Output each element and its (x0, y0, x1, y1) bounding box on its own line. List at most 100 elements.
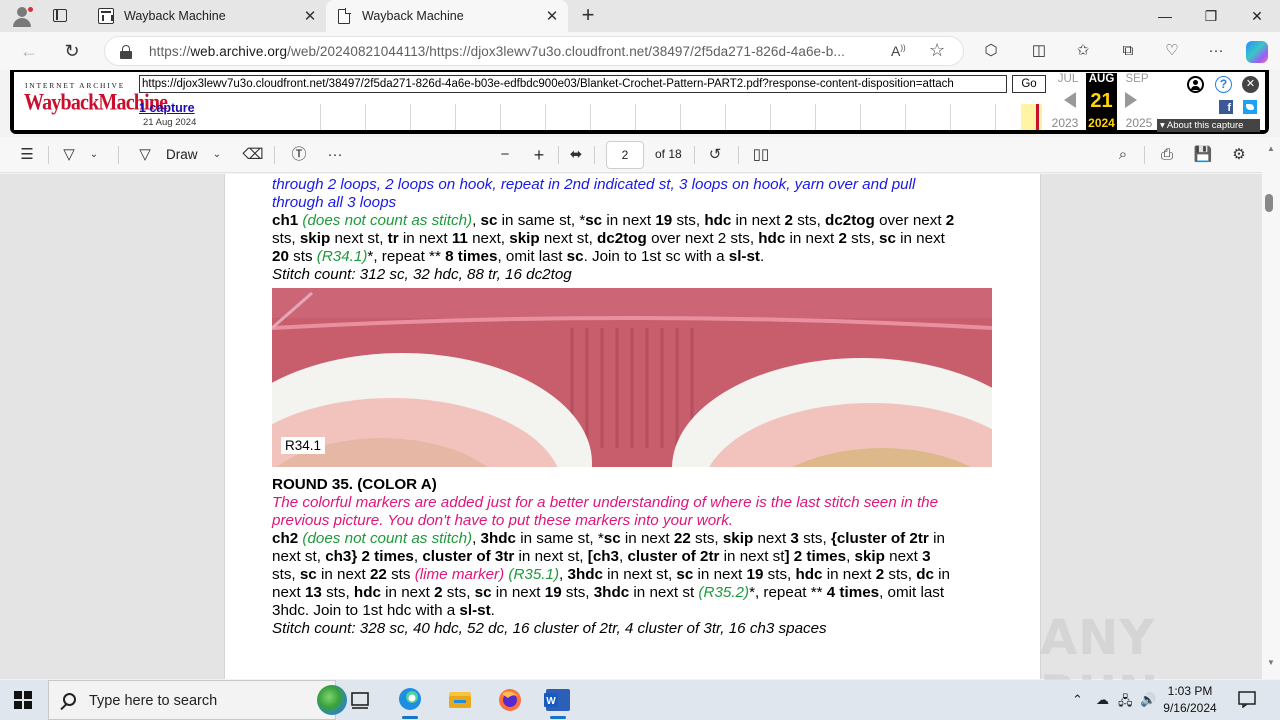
minimize-icon[interactable]: — (1142, 0, 1188, 32)
taskbar-search-input[interactable]: Type here to search (48, 680, 347, 720)
notifications-icon[interactable] (1238, 690, 1256, 711)
captures-link[interactable]: 1 capture (139, 101, 195, 115)
tab-title: Wayback Machine (124, 9, 226, 23)
lock-icon[interactable] (120, 45, 132, 59)
document-favicon-icon (338, 7, 351, 24)
split-screen-icon[interactable]: ◫ (1028, 41, 1050, 61)
close-tab-icon[interactable]: ✕ (298, 7, 322, 25)
task-view-icon[interactable] (340, 684, 380, 716)
round-35-heading: ROUND 35. (COLOR A) (272, 476, 437, 493)
current-day: 21 (1090, 90, 1113, 112)
next-month-link[interactable]: SEP (1117, 73, 1157, 85)
capture-date: 21 Aug 2024 (143, 117, 197, 128)
wayback-logo-caption: INTERNET ARCHIVE (25, 81, 126, 90)
sparkline-capture-mark (1036, 104, 1039, 130)
address-bar-row: ← ↻ https://web.archive.org/web/20240821… (0, 32, 1280, 70)
crochet-photo (272, 288, 992, 467)
scrollbar-thumb[interactable] (1265, 194, 1273, 212)
round-35-instructions: ch2 (does not count as stitch), 3hdc in … (272, 530, 997, 638)
rotate-icon[interactable]: ↺ (704, 146, 726, 164)
zoom-out-icon[interactable]: − (494, 146, 516, 164)
new-tab-icon[interactable]: + (576, 4, 600, 28)
pdf-toolbar: ☰ ▽ ⌄ ▽ Draw ⌄ ⌫ Ⓣ ··· − + ⬌ 2 of 18 ↺ ▯… (0, 137, 1280, 173)
back-arrow-icon[interactable]: ← (14, 38, 44, 64)
url-input[interactable]: https://web.archive.org/web/202408210441… (104, 36, 964, 66)
save-icon[interactable]: 💾 (1192, 146, 1214, 164)
tab-title: Wayback Machine (362, 9, 464, 23)
current-month: AUG (1086, 73, 1117, 85)
zoom-in-icon[interactable]: + (528, 146, 550, 164)
next-year-link[interactable]: 2025 (1121, 116, 1157, 130)
url-text: https://web.archive.org/web/202408210441… (149, 44, 845, 59)
copilot-icon[interactable] (1246, 41, 1268, 63)
current-year: 2024 (1088, 116, 1115, 130)
edge-icon[interactable] (390, 684, 430, 719)
tab-actions-icon[interactable] (50, 6, 70, 26)
wayback-help-icon[interactable]: ? (1215, 76, 1232, 93)
about-capture-button[interactable]: ▾ About this capture (1157, 119, 1260, 132)
refresh-icon[interactable]: ↻ (57, 38, 87, 64)
svg-text:W: W (546, 696, 556, 707)
stitch-count: Stitch count: 312 sc, 32 hdc, 88 tr, 16 … (272, 266, 572, 283)
more-tools-icon[interactable]: ··· (324, 146, 346, 164)
chevron-down-icon[interactable]: ⌄ (209, 146, 225, 164)
browser-essentials-icon[interactable]: ♡ (1161, 41, 1183, 61)
profile-avatar-icon[interactable] (8, 4, 36, 28)
highlight-icon[interactable]: ▽ (58, 146, 80, 164)
volume-icon[interactable]: 🔊 (1140, 692, 1156, 708)
print-icon[interactable]: ⎙ (1156, 146, 1178, 164)
extensions-icon[interactable]: ⬡ (980, 41, 1002, 61)
collections-icon[interactable]: ⧉ (1117, 41, 1139, 61)
page-view-icon[interactable]: ▯▯ (750, 146, 772, 164)
browser-title-bar: Wayback Machine ✕ Wayback Machine ✕ + — … (0, 0, 1280, 32)
add-text-icon[interactable]: Ⓣ (288, 146, 310, 164)
vertical-scrollbar[interactable] (1262, 137, 1280, 679)
twitter-share-icon[interactable] (1243, 100, 1257, 114)
search-icon[interactable]: ⌕ (1112, 146, 1134, 164)
restore-icon[interactable]: ❐ (1188, 0, 1234, 32)
prev-year-link[interactable]: 2023 (1047, 116, 1083, 130)
wayback-go-button[interactable]: Go (1012, 75, 1046, 93)
instruction-text: through 2 loops, 2 loops on hook, repeat… (272, 176, 916, 211)
read-aloud-icon[interactable]: A)) (891, 43, 906, 59)
taskbar-clock[interactable]: 1:03 PM 9/16/2024 (1155, 683, 1225, 717)
eraser-icon[interactable]: ⌫ (242, 146, 264, 164)
pdf-viewport[interactable]: through 2 loops, 2 loops on hook, repeat… (0, 174, 1262, 679)
tab-wayback-1[interactable]: Wayback Machine ✕ (88, 0, 326, 32)
firefox-icon[interactable] (490, 684, 530, 716)
network-icon[interactable]: 🖧 (1118, 692, 1133, 714)
capture-sparkline[interactable] (320, 104, 1048, 130)
close-window-icon[interactable]: ✕ (1234, 0, 1280, 32)
file-explorer-icon[interactable] (440, 684, 480, 716)
tab-wayback-2[interactable]: Wayback Machine ✕ (326, 0, 568, 32)
prev-month-link[interactable]: JUL (1048, 73, 1088, 85)
wayback-url-input[interactable]: https://djox3lewv7u3o.cloudfront.net/384… (139, 75, 1007, 93)
chevron-down-icon[interactable]: ⌄ (86, 146, 102, 164)
windows-start-icon[interactable] (14, 691, 32, 709)
facebook-share-icon[interactable]: f (1219, 100, 1233, 114)
settings-gear-icon[interactable]: ⚙ (1228, 146, 1250, 164)
favorite-star-icon[interactable]: ☆ (929, 40, 945, 61)
favorites-icon[interactable]: ✩ (1072, 41, 1094, 61)
onedrive-icon[interactable]: ☁ (1096, 692, 1109, 708)
word-icon[interactable]: W (538, 684, 578, 719)
close-tab-icon[interactable]: ✕ (540, 7, 564, 25)
more-icon[interactable]: ··· (1205, 41, 1227, 61)
wayback-close-icon[interactable]: ✕ (1242, 76, 1259, 93)
round-34-instructions: ch1 (does not count as stitch), sc in sa… (272, 212, 997, 284)
contents-list-icon[interactable]: ☰ (16, 146, 38, 164)
fit-to-width-icon[interactable]: ⬌ (565, 146, 587, 164)
archive-favicon-icon (98, 8, 114, 24)
page-total: of 18 (655, 147, 682, 161)
search-icon (63, 693, 76, 706)
round-35-note: The colorful markers are added just for … (272, 494, 939, 529)
scroll-up-icon[interactable]: ▲ (1263, 143, 1279, 155)
show-hidden-icons-icon[interactable]: ⌃ (1072, 692, 1083, 708)
draw-button[interactable]: Draw (166, 147, 198, 162)
prev-capture-arrow-icon[interactable] (1064, 92, 1076, 108)
next-capture-arrow-icon[interactable] (1125, 92, 1137, 108)
photo-label: R34.1 (281, 437, 326, 454)
page-number-input[interactable]: 2 (606, 141, 644, 169)
wayback-user-icon[interactable] (1187, 76, 1204, 93)
draw-icon[interactable]: ▽ (134, 146, 156, 164)
